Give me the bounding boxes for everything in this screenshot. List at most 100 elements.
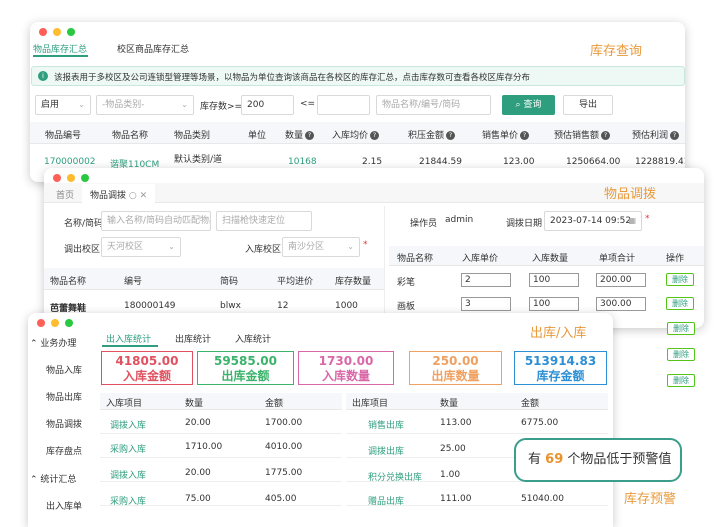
stock-min-input[interactable]: 200 [241, 95, 294, 115]
name-input[interactable]: 输入名称/简码自动匹配物品 [101, 211, 211, 231]
delete-button[interactable]: 删除 [667, 374, 695, 387]
col-profit-wrap: 预估利润? [632, 128, 680, 141]
stock-max-label: <= [300, 99, 316, 109]
minimize-dot[interactable] [51, 319, 59, 327]
col-qty: 数量 [285, 131, 304, 141]
close-icon[interactable]: ✕ [140, 191, 148, 201]
refresh-icon[interactable]: ○ [126, 191, 140, 201]
sidebar-item-inout-orders[interactable]: 出入库单 [46, 499, 82, 512]
delete-button[interactable]: 删除 [666, 297, 694, 310]
tab-home[interactable]: 首页 [56, 188, 74, 201]
row-avg-price: 2.15 [362, 157, 383, 167]
scan-input[interactable]: 扫描枪快速定位 [216, 211, 312, 231]
minimize-dot[interactable] [67, 174, 75, 182]
row-qty[interactable]: 10168 [288, 157, 317, 167]
row-item[interactable]: 调拨入库 [110, 468, 146, 481]
chevron-icon: ⌃ [30, 475, 41, 485]
col-est-profit: 预估利润 [632, 131, 669, 141]
qty-input[interactable]: 100 [529, 297, 579, 311]
row-item[interactable]: 采购入库 [110, 442, 146, 455]
col-qty: 数量 [440, 399, 459, 409]
transfer-caption: 物品调拨 [604, 187, 657, 202]
delete-button[interactable]: 删除 [667, 348, 695, 361]
col-avg-wrap: 入库均价? [332, 128, 380, 141]
row-amount: 4010.00 [265, 442, 303, 452]
minimize-dot[interactable] [53, 28, 61, 36]
date-label: 调拨日期 [506, 219, 543, 229]
row-item[interactable]: 调拨出库 [368, 444, 404, 457]
tab-campus-summary[interactable]: 校区商品库存汇总 [117, 42, 189, 55]
sidebar-item-inventory-check[interactable]: 库存盘点 [46, 444, 82, 457]
col-name: 物品名称 [50, 277, 87, 287]
col-name: 物品名称 [397, 254, 434, 264]
chevron-down-icon: ⌄ [168, 242, 175, 251]
item-search-input[interactable]: 物品名称/编号/简码 [376, 95, 491, 115]
table-row: 画板 3 100 300.00 删除 [389, 296, 704, 314]
stock-alert-bubble[interactable]: 有 69 个物品低于预警值 [514, 438, 682, 482]
sidebar-group-stats[interactable]: ⌃ 统计汇总 [30, 472, 76, 485]
price-input[interactable]: 3 [461, 297, 511, 311]
row-item[interactable]: 赠品出库 [368, 494, 404, 507]
help-icon: ? [520, 131, 530, 140]
close-dot[interactable] [37, 319, 45, 327]
date-input[interactable]: 2023-07-14 09:52 ▦ [544, 211, 642, 231]
close-dot[interactable] [53, 174, 61, 182]
row-qty: 75.00 [185, 494, 211, 504]
in-campus-select[interactable]: 南沙分区 ⌄ [282, 237, 360, 257]
inout-caption: 出库/入库 [530, 326, 587, 341]
row-short: blwx [220, 301, 241, 311]
row-item[interactable]: 调拨入库 [110, 418, 146, 431]
price-input[interactable]: 2 [461, 273, 511, 287]
col-stock: 库存数量 [335, 277, 372, 287]
calendar-icon[interactable]: ▦ [628, 212, 636, 230]
row-item[interactable]: 销售出库 [368, 418, 404, 431]
delete-button[interactable]: 删除 [667, 322, 695, 335]
export-button[interactable]: 导出 [563, 95, 613, 115]
out-campus-select[interactable]: 天河校区 ⌄ [101, 237, 181, 257]
out-table-header: 出库项目 数量 金额 [346, 393, 608, 410]
col-estsales-wrap: 预估销售额? [554, 128, 611, 141]
maximize-dot[interactable] [81, 174, 89, 182]
maximize-dot[interactable] [67, 28, 75, 36]
col-qty-wrap: 数量? [285, 128, 315, 141]
stock-alert-caption: 库存预警 [624, 492, 677, 507]
row-code[interactable]: 170000002 [44, 157, 96, 167]
row-stock: 1000 [335, 301, 358, 311]
required-mark: * [645, 214, 650, 224]
col-qty: 数量 [185, 399, 204, 409]
category-select[interactable]: -物品类别- ⌄ [96, 95, 194, 115]
delete-button[interactable]: 删除 [666, 273, 694, 286]
total-field: 300.00 [596, 297, 646, 311]
query-button[interactable]: ⌕ 查询 [502, 95, 555, 115]
row-qty: 111.00 [440, 494, 472, 504]
stock-min-label: 库存数>= [200, 102, 243, 112]
row-code: 180000149 [124, 301, 176, 311]
chevron-down-icon: ⌄ [347, 242, 354, 251]
row-name: 画板 [397, 302, 416, 312]
stat-card-stock-amount: 513914.83 库存金额 [514, 351, 607, 385]
row-name: 彩笔 [397, 278, 416, 288]
out-campus-label: 调出校区 [64, 245, 101, 255]
col-amount: 金额 [265, 399, 284, 409]
status-select[interactable]: 启用 ⌄ [35, 95, 91, 115]
stock-max-input[interactable] [317, 95, 370, 115]
row-amount: 405.00 [265, 494, 297, 504]
stat-card-in-qty: 1730.00 入库数量 [298, 351, 394, 385]
row-qty: 113.00 [440, 418, 472, 428]
window-controls [39, 28, 75, 36]
row-item[interactable]: 采购入库 [110, 494, 146, 507]
sidebar-item-transfer[interactable]: 物品调拨 [46, 417, 82, 430]
close-dot[interactable] [39, 28, 47, 36]
tab-inventory-summary[interactable]: 物品库存汇总 [33, 42, 87, 55]
tab-transfer[interactable]: 物品调拨 ○ ✕ [82, 184, 156, 203]
col-in-item: 入库项目 [106, 399, 143, 409]
maximize-dot[interactable] [65, 319, 73, 327]
total-field: 200.00 [596, 273, 646, 287]
col-backlog-wrap: 积压金额? [408, 128, 456, 141]
row-category: 默认类别/道 [174, 155, 223, 165]
qty-input[interactable]: 100 [529, 273, 579, 287]
stat-cards: 41805.00 入库金额 59585.00 出库金额 1730.00 入库数量 25… [28, 343, 613, 393]
help-icon: ? [370, 131, 380, 140]
chevron-down-icon: ⌄ [78, 100, 85, 109]
help-icon: ? [670, 131, 680, 140]
